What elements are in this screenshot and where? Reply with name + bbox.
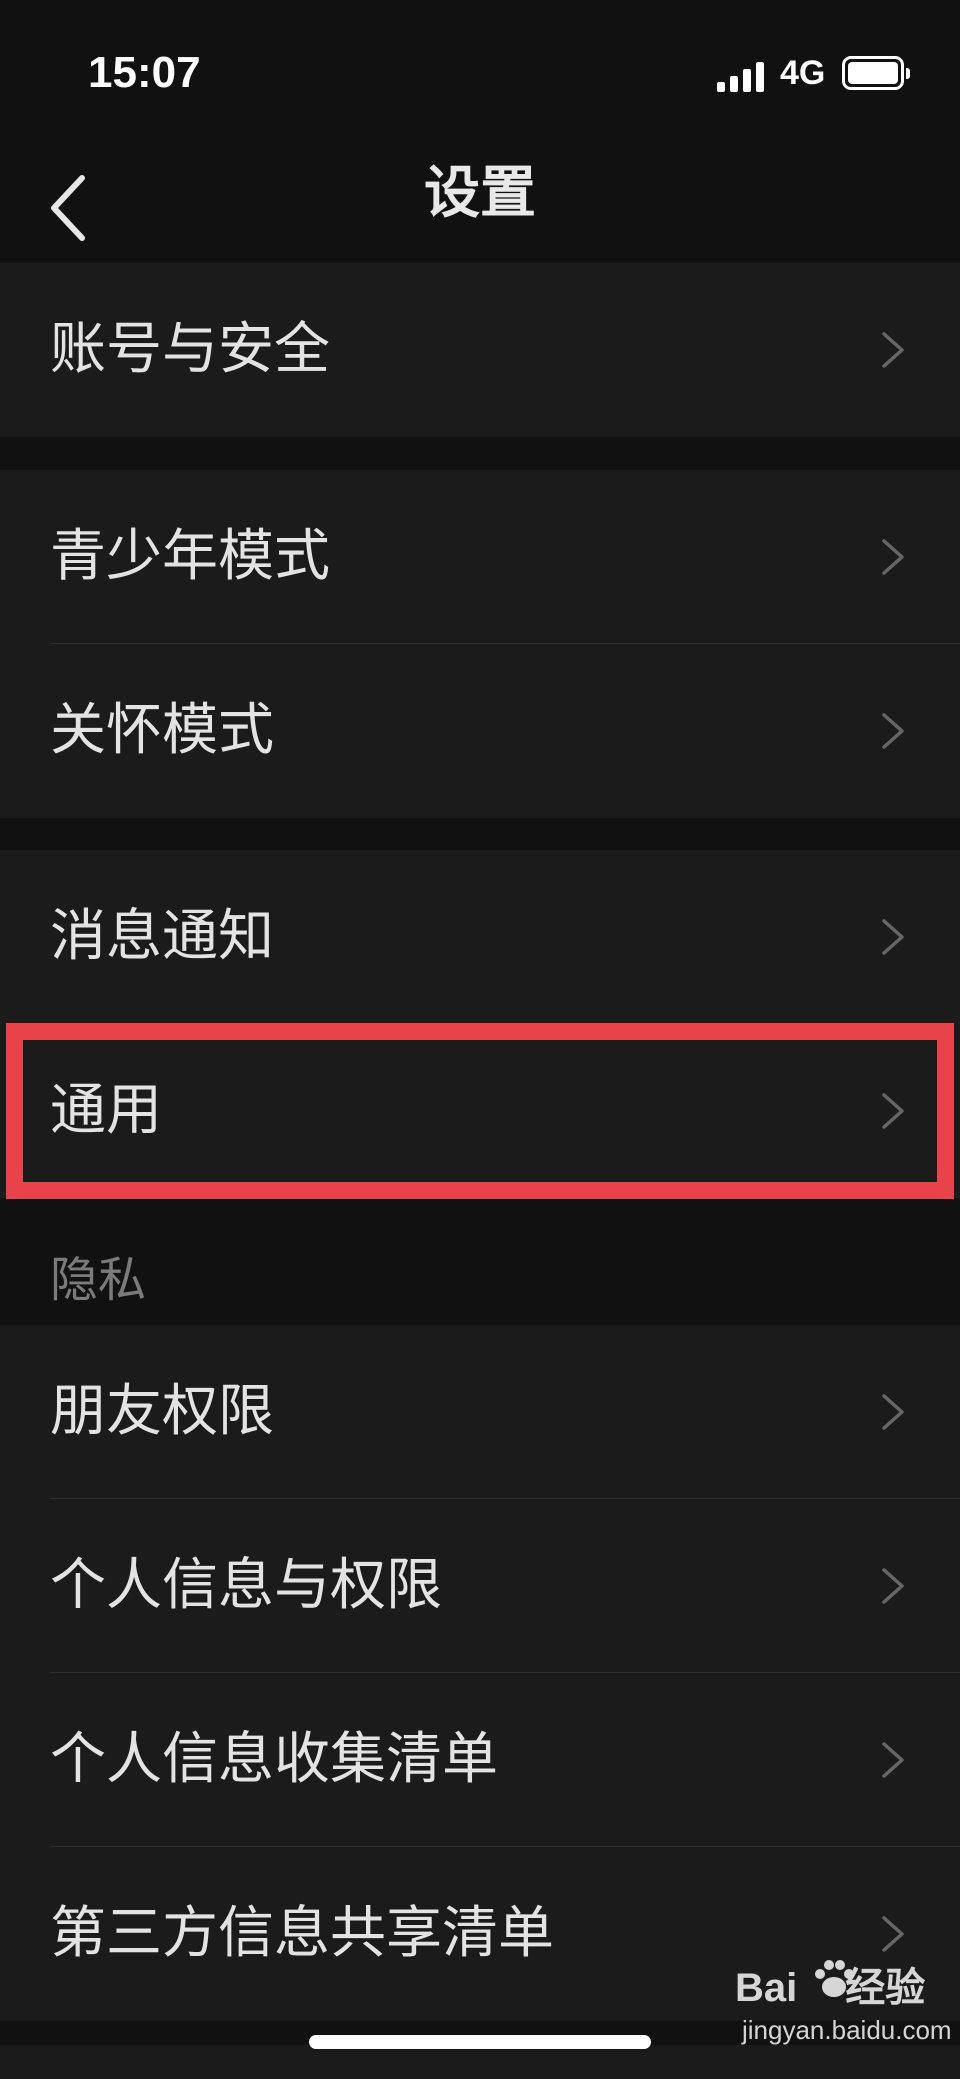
- settings-group-account: 账号与安全: [0, 263, 960, 437]
- status-time: 15:07: [88, 48, 201, 97]
- chevron-right-icon: [882, 1093, 904, 1129]
- settings-row-care-mode[interactable]: 关怀模式: [0, 644, 960, 818]
- chevron-right-icon: [882, 1916, 904, 1952]
- row-label: 关怀模式: [50, 698, 274, 763]
- network-type: 4G: [780, 54, 826, 92]
- battery-icon: [842, 56, 910, 90]
- row-label: 消息通知: [50, 904, 274, 969]
- page-title: 设置: [424, 161, 536, 226]
- chevron-right-icon: [882, 1568, 904, 1604]
- settings-row-account-security[interactable]: 账号与安全: [0, 263, 960, 437]
- chevron-right-icon: [882, 1394, 904, 1430]
- navigation-bar: 设置: [0, 150, 960, 260]
- settings-row-friend-permissions[interactable]: 朋友权限: [0, 1325, 960, 1499]
- row-label: 个人信息收集清单: [50, 1727, 498, 1792]
- row-label: 朋友权限: [50, 1379, 274, 1444]
- settings-group-general: 消息通知 通用: [0, 850, 960, 1198]
- row-label: 账号与安全: [50, 317, 330, 382]
- settings-row-personal-info-permissions[interactable]: 个人信息与权限: [0, 1499, 960, 1673]
- paw-icon: [815, 1960, 854, 1997]
- settings-row-notifications[interactable]: 消息通知: [0, 850, 960, 1024]
- row-label: 第三方信息共享清单: [50, 1901, 554, 1966]
- row-label: 青少年模式: [50, 524, 330, 589]
- section-header-privacy: 隐私: [50, 1252, 147, 1308]
- settings-group-privacy: 朋友权限 个人信息与权限 个人信息收集清单 第三方信息共享清单: [0, 1325, 960, 2021]
- row-label: 通用: [50, 1078, 162, 1143]
- status-bar: 15:07 4G: [0, 0, 960, 150]
- home-indicator[interactable]: [309, 2035, 651, 2049]
- chevron-right-icon: [882, 919, 904, 955]
- settings-row-general[interactable]: 通用: [0, 1024, 960, 1198]
- settings-row-info-collection-list[interactable]: 个人信息收集清单: [0, 1673, 960, 1847]
- chevron-right-icon: [882, 539, 904, 575]
- signal-icon: [717, 58, 767, 92]
- settings-group-modes: 青少年模式 关怀模式: [0, 470, 960, 818]
- chevron-right-icon: [882, 332, 904, 368]
- chevron-right-icon: [882, 1742, 904, 1778]
- watermark-url: jingyan.baidu.com: [742, 2015, 952, 2045]
- row-label: 个人信息与权限: [50, 1553, 442, 1618]
- baidu-watermark: Bai 经验 jingyan.baidu.com: [720, 1955, 952, 2065]
- chevron-right-icon: [882, 713, 904, 749]
- settings-row-teen-mode[interactable]: 青少年模式: [0, 470, 960, 644]
